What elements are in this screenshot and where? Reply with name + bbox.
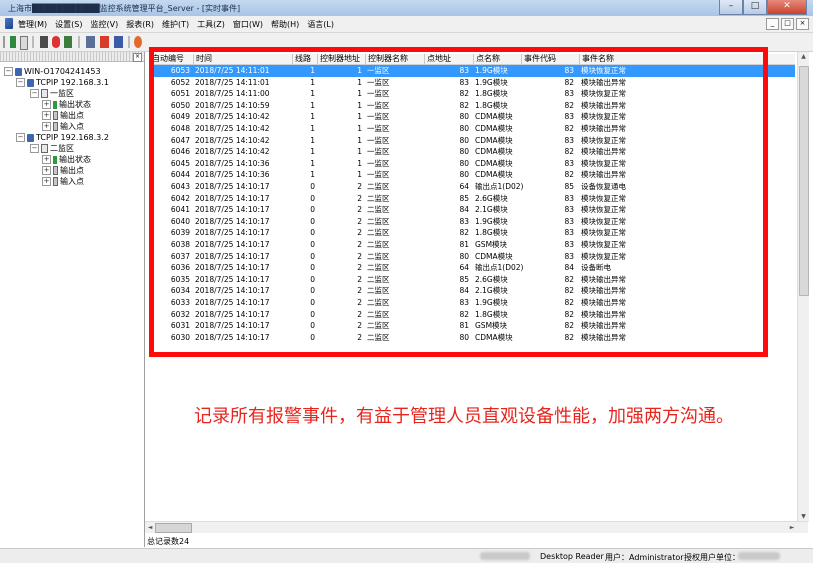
input-point-icon <box>53 122 58 131</box>
expand-toggle-icon[interactable]: − <box>16 78 25 87</box>
tree-node-area-label: 二监区 <box>50 144 74 153</box>
expand-toggle-icon[interactable]: + <box>42 166 51 175</box>
highlight-frame <box>149 47 768 357</box>
tree-node-item-label: 输出点 <box>60 166 84 175</box>
status-reader: Desktop Reader <box>540 552 604 561</box>
report-icon[interactable] <box>40 36 48 48</box>
menu-item[interactable]: 管理(M) <box>18 19 47 30</box>
tree-icon[interactable] <box>64 36 72 48</box>
close-panel-icon[interactable]: × <box>133 53 142 62</box>
expand-toggle-icon[interactable]: − <box>16 133 25 142</box>
mdi-restore-button[interactable]: □ <box>781 18 794 30</box>
tree-node-item[interactable]: + 输出状态 <box>42 99 91 110</box>
caption-text: 记录所有报警事件，有益于管理人员直观设备性能，加强两方沟通。 <box>194 406 734 427</box>
menu-items: 管理(M) 设置(S) 监控(V) 报表(R) 维护(T) 工具(Z) 窗口(W) 帮助(H)… <box>18 19 334 30</box>
expand-toggle-icon[interactable]: + <box>42 122 51 131</box>
scroll-right-icon[interactable]: ► <box>787 522 797 533</box>
expand-toggle-icon[interactable]: + <box>42 111 51 120</box>
expand-toggle-icon[interactable]: − <box>30 89 39 98</box>
toolbar-separator <box>32 36 34 48</box>
close-button[interactable]: ✕ <box>767 0 807 15</box>
input-point-icon <box>53 177 58 186</box>
menu-item[interactable]: 帮助(H) <box>271 19 299 30</box>
app-logo-icon <box>5 18 13 29</box>
menu-bar: 管理(M) 设置(S) 监控(V) 报表(R) 维护(T) 工具(Z) 窗口(W) 帮助(H)… <box>0 16 813 33</box>
controller-icon <box>41 144 48 153</box>
expand-toggle-icon[interactable]: − <box>30 144 39 153</box>
tree-node-ip[interactable]: − TCPIP 192.168.3.1 <box>16 77 109 88</box>
tree-root[interactable]: − WIN-O1704241453 <box>4 66 101 77</box>
tree-node-item-label: 输出状态 <box>59 155 91 164</box>
menu-item[interactable]: 维护(T) <box>162 19 189 30</box>
exit-icon[interactable] <box>134 36 142 48</box>
mdi-close-button[interactable]: × <box>796 18 809 30</box>
total-records: 总记录数24 <box>147 537 190 546</box>
status-blurred-right <box>738 552 780 560</box>
toolbar-separator <box>78 36 80 48</box>
toolbar-grip-icon <box>3 36 5 48</box>
expand-toggle-icon[interactable]: + <box>42 177 51 186</box>
output-point-icon <box>53 166 58 175</box>
output-point-icon <box>53 111 58 120</box>
chart-icon[interactable] <box>100 36 109 48</box>
tree-node-item[interactable]: + 输入点 <box>42 176 84 187</box>
tree-node-item-label: 输入点 <box>60 177 84 186</box>
expand-toggle-icon[interactable]: − <box>4 67 13 76</box>
tree-node-ip[interactable]: − TCPIP 192.168.3.2 <box>16 132 109 143</box>
menu-item[interactable]: 窗口(W) <box>233 19 263 30</box>
horizontal-scrollbar[interactable]: ◄ ► <box>145 521 808 533</box>
scroll-up-icon[interactable]: ▲ <box>798 52 809 62</box>
device-tree-panel: × − WIN-O1704241453 − TCPIP 192.168.3.1 − 一监区… <box>0 52 145 547</box>
expand-toggle-icon[interactable]: + <box>42 100 51 109</box>
output-status-icon <box>53 100 57 109</box>
menu-item[interactable]: 设置(S) <box>55 19 82 30</box>
tree-node-item[interactable]: + 输入点 <box>42 121 84 132</box>
menu-item[interactable]: 报表(R) <box>126 19 154 30</box>
tree-root-label: WIN-O1704241453 <box>24 67 101 76</box>
tree-node-item-label: 输入点 <box>60 122 84 131</box>
tree-node-ip-label: TCPIP 192.168.3.2 <box>36 133 109 142</box>
h-scrollbar-thumb[interactable] <box>155 523 192 533</box>
tree-node-area[interactable]: − 一监区 <box>30 88 74 99</box>
table-icon[interactable] <box>114 36 123 48</box>
controller-icon <box>41 89 48 98</box>
tree-node-item-label: 输出点 <box>60 111 84 120</box>
status-bar: Desktop Reader 用户：Administrator 授权用户单位： <box>0 548 813 563</box>
menu-item[interactable]: 监控(V) <box>90 19 118 30</box>
output-status-icon <box>53 155 57 164</box>
computer-icon <box>15 67 22 76</box>
connect-icon[interactable] <box>10 36 16 48</box>
tree-node-ip-label: TCPIP 192.168.3.1 <box>36 78 109 87</box>
tree-node-item[interactable]: + 输出状态 <box>42 154 91 165</box>
status-user: 用户：Administrator <box>605 553 684 562</box>
scrollbar-thumb[interactable] <box>799 66 809 296</box>
window-controls: – □ ✕ <box>719 0 807 15</box>
document-icon[interactable] <box>20 36 28 50</box>
mdi-minimize-button[interactable]: _ <box>766 18 779 30</box>
mdi-controls: _ □ × <box>766 18 809 30</box>
tree-node-item-label: 输出状态 <box>59 100 91 109</box>
grid-icon[interactable] <box>86 36 95 48</box>
panel-header: × <box>0 52 144 62</box>
tree-node-item[interactable]: + 输出点 <box>42 165 84 176</box>
window-title: 上海市███████████监控系统管理平台_Server - [实时事件] <box>8 4 241 13</box>
minimize-button[interactable]: – <box>719 0 743 15</box>
tree-node-area-label: 一监区 <box>50 89 74 98</box>
tree-node-area[interactable]: − 二监区 <box>30 143 74 154</box>
menu-item[interactable]: 工具(Z) <box>197 19 225 30</box>
scroll-left-icon[interactable]: ◄ <box>145 522 155 533</box>
vertical-scrollbar[interactable]: ▲ ▼ <box>797 52 809 522</box>
alarm-icon[interactable] <box>52 36 60 48</box>
maximize-button[interactable]: □ <box>743 0 767 15</box>
expand-toggle-icon[interactable]: + <box>42 155 51 164</box>
network-icon <box>27 78 34 87</box>
status-licensed-to: 授权用户单位： <box>684 553 740 562</box>
menu-item[interactable]: 语言(L) <box>307 19 334 30</box>
status-blurred-left <box>480 552 530 560</box>
toolbar-separator <box>128 36 130 48</box>
tree-node-item[interactable]: + 输出点 <box>42 110 84 121</box>
title-bar: 上海市███████████监控系统管理平台_Server - [实时事件] –… <box>0 0 813 16</box>
network-icon <box>27 133 34 142</box>
